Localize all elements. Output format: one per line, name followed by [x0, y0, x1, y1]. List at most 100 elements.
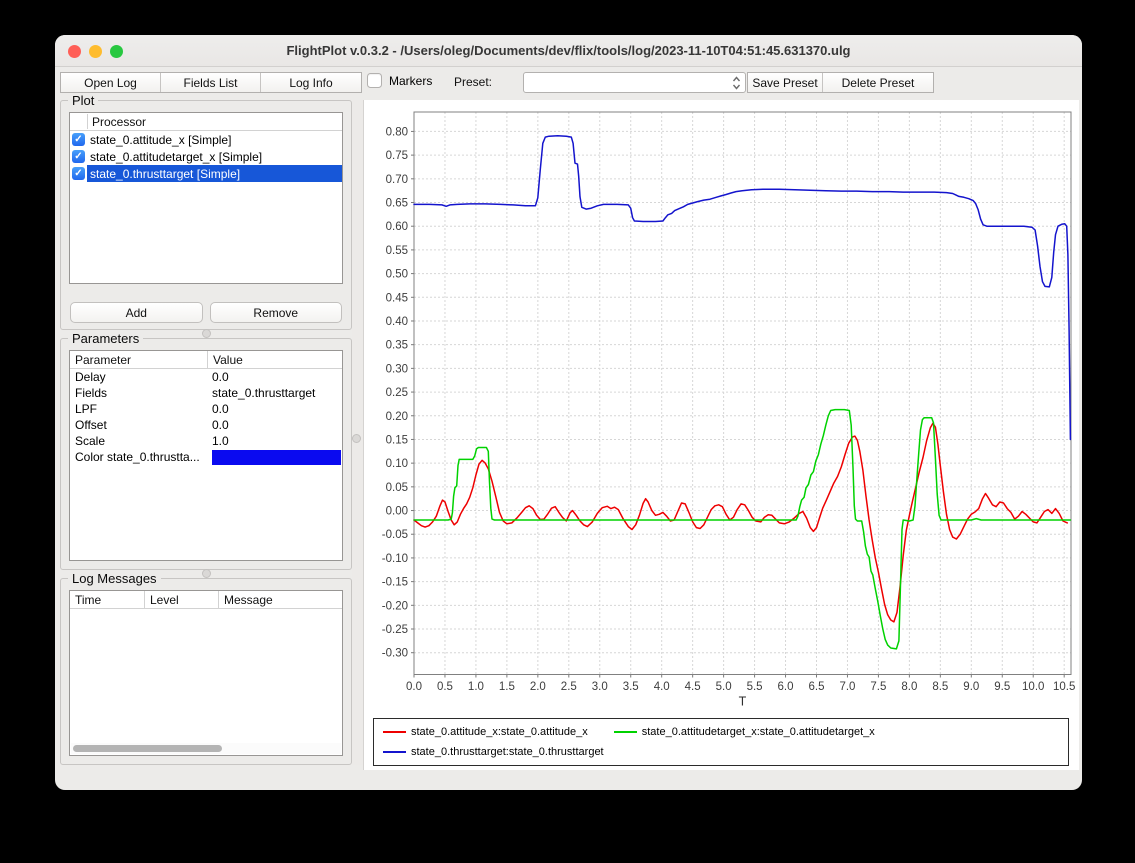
parameter-row[interactable]: LPF0.0: [70, 401, 342, 417]
svg-text:-0.10: -0.10: [382, 553, 408, 565]
svg-text:7.0: 7.0: [839, 681, 855, 693]
message-column-header: Message: [218, 591, 342, 608]
open-log-button[interactable]: Open Log: [61, 73, 161, 92]
processor-checkbox[interactable]: ✓: [72, 133, 85, 146]
vertical-splitter[interactable]: [352, 100, 363, 765]
processor-row[interactable]: ✓state_0.attitude_x [Simple]: [70, 131, 342, 148]
legend-line-green: [614, 731, 637, 733]
parameters-table[interactable]: Parameter Value Delay0.0Fieldsstate_0.th…: [69, 350, 343, 561]
parameter-column-header: Parameter: [70, 351, 207, 368]
combo-stepper-icon[interactable]: [731, 75, 742, 91]
preset-combobox[interactable]: [523, 72, 746, 93]
parameter-name: Color state_0.thrustta...: [70, 450, 207, 464]
svg-text:0.30: 0.30: [386, 363, 408, 375]
parameter-value[interactable]: 0.0: [207, 418, 342, 432]
parameter-row[interactable]: Delay0.0: [70, 369, 342, 385]
add-button[interactable]: Add: [70, 302, 203, 323]
svg-text:8.5: 8.5: [932, 681, 948, 693]
legend-line-blue: [383, 751, 406, 753]
processor-row[interactable]: ✓state_0.thrusttarget [Simple]: [70, 165, 342, 182]
svg-text:0.0: 0.0: [406, 681, 422, 693]
svg-text:0.00: 0.00: [386, 506, 408, 518]
svg-text:0.80: 0.80: [386, 126, 408, 138]
processor-label[interactable]: state_0.attitudetarget_x [Simple]: [87, 148, 342, 165]
svg-text:0.60: 0.60: [386, 221, 408, 233]
legend-label: state_0.attitude_x:state_0.attitude_x: [411, 726, 588, 738]
log-table-header: Time Level Message: [70, 591, 342, 609]
svg-text:6.0: 6.0: [778, 681, 794, 693]
svg-text:0.50: 0.50: [386, 269, 408, 281]
parameter-name: LPF: [70, 402, 207, 416]
parameter-name: Offset: [70, 418, 207, 432]
parameter-row[interactable]: Offset0.0: [70, 417, 342, 433]
processor-label[interactable]: state_0.thrusttarget [Simple]: [87, 165, 342, 182]
processor-list[interactable]: Processor ✓state_0.attitude_x [Simple]✓s…: [69, 112, 343, 284]
horizontal-scrollbar[interactable]: [71, 743, 341, 754]
toolbar: Open Log Fields List Log Info Markers Pr…: [60, 72, 1077, 94]
parameters-table-header: Parameter Value: [70, 351, 342, 369]
fields-list-button[interactable]: Fields List: [161, 73, 261, 92]
svg-text:3.0: 3.0: [592, 681, 608, 693]
processor-list-header: Processor: [70, 113, 342, 131]
svg-text:2.0: 2.0: [530, 681, 546, 693]
app-window: FlightPlot v.0.3.2 - /Users/oleg/Documen…: [55, 35, 1082, 790]
parameters-panel: Parameters Parameter Value Delay0.0Field…: [60, 338, 352, 570]
log-messages-table[interactable]: Time Level Message: [69, 590, 343, 756]
zoom-button[interactable]: [110, 45, 123, 58]
parameters-panel-title: Parameters: [68, 331, 143, 346]
parameter-value[interactable]: state_0.thrusttarget: [207, 386, 342, 400]
svg-text:0.40: 0.40: [386, 316, 408, 328]
vertical-splitter-handle[interactable]: [352, 434, 361, 443]
svg-text:0.10: 0.10: [386, 458, 408, 470]
svg-text:9.0: 9.0: [963, 681, 979, 693]
parameter-value[interactable]: [207, 450, 342, 465]
parameter-value[interactable]: 0.0: [207, 370, 342, 384]
preset-button-group: Save Preset Delete Preset: [747, 72, 934, 93]
svg-text:-0.20: -0.20: [382, 600, 408, 612]
svg-text:5.0: 5.0: [716, 681, 732, 693]
minimize-button[interactable]: [89, 45, 102, 58]
svg-text:0.70: 0.70: [386, 174, 408, 186]
processor-checkbox[interactable]: ✓: [72, 150, 85, 163]
scrollbar-thumb[interactable]: [73, 745, 222, 752]
processor-column-header: Processor: [92, 115, 146, 129]
legend-item-attitude-x: state_0.attitude_x:state_0.attitude_x: [383, 726, 588, 738]
parameter-value[interactable]: 1.0: [207, 434, 342, 448]
svg-text:3.5: 3.5: [623, 681, 639, 693]
save-preset-button[interactable]: Save Preset: [748, 73, 823, 92]
close-button[interactable]: [68, 45, 81, 58]
markers-label: Markers: [389, 74, 432, 88]
svg-text:5.5: 5.5: [747, 681, 763, 693]
remove-button[interactable]: Remove: [210, 302, 343, 323]
svg-text:7.5: 7.5: [870, 681, 886, 693]
horizontal-splitter-handle-2[interactable]: [202, 569, 211, 578]
plot-panel-title: Plot: [68, 93, 98, 108]
processor-row[interactable]: ✓state_0.attitudetarget_x [Simple]: [70, 148, 342, 165]
horizontal-splitter-handle[interactable]: [202, 329, 211, 338]
log-info-button[interactable]: Log Info: [261, 73, 361, 92]
value-column-header: Value: [207, 351, 342, 368]
svg-text:0.15: 0.15: [386, 434, 408, 446]
flight-plot-chart[interactable]: 0.00.51.01.52.02.53.03.54.04.55.05.56.06…: [364, 100, 1079, 770]
delete-preset-button[interactable]: Delete Preset: [823, 73, 933, 92]
svg-text:0.25: 0.25: [386, 387, 408, 399]
markers-checkbox[interactable]: [367, 73, 382, 88]
parameter-value[interactable]: 0.0: [207, 402, 342, 416]
log-messages-panel-title: Log Messages: [68, 571, 161, 586]
svg-text:6.5: 6.5: [808, 681, 824, 693]
title-bar[interactable]: FlightPlot v.0.3.2 - /Users/oleg/Documen…: [55, 35, 1082, 67]
processor-checkbox[interactable]: ✓: [72, 167, 85, 180]
parameter-row[interactable]: Scale1.0: [70, 433, 342, 449]
parameter-name: Delay: [70, 370, 207, 384]
svg-text:0.35: 0.35: [386, 340, 408, 352]
parameter-row[interactable]: Fieldsstate_0.thrusttarget: [70, 385, 342, 401]
color-swatch[interactable]: [212, 450, 341, 465]
x-axis-label: T: [739, 695, 747, 709]
svg-text:-0.15: -0.15: [382, 577, 408, 589]
processor-label[interactable]: state_0.attitude_x [Simple]: [87, 131, 342, 148]
parameter-row[interactable]: Color state_0.thrustta...: [70, 449, 342, 465]
toolbar-button-group: Open Log Fields List Log Info: [60, 72, 362, 93]
svg-text:4.5: 4.5: [685, 681, 701, 693]
chart-legend: state_0.attitude_x:state_0.attitude_x st…: [373, 718, 1069, 766]
legend-label: state_0.thrusttarget:state_0.thrusttarge…: [411, 746, 604, 758]
